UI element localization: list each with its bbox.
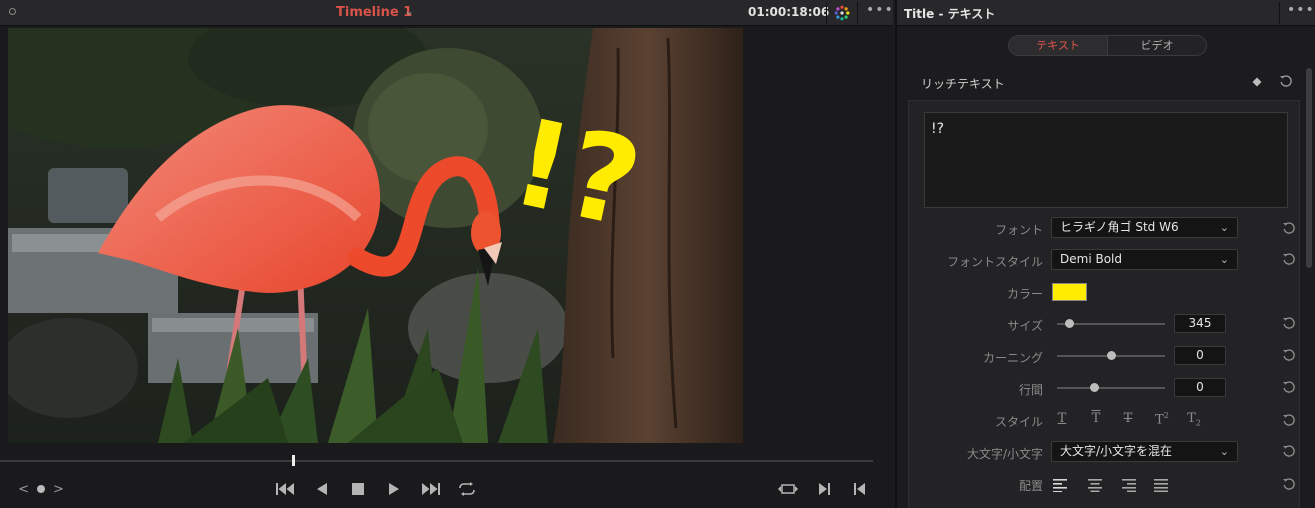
play-button[interactable] (384, 474, 404, 504)
kerning-input[interactable]: 0 (1174, 346, 1226, 365)
size-input[interactable]: 345 (1174, 314, 1226, 333)
font-style-dropdown[interactable]: Demi Bold ⌄ (1051, 249, 1238, 270)
font-reset-icon[interactable] (1282, 221, 1296, 235)
skip-back-button[interactable] (272, 474, 298, 504)
next-edit-button[interactable] (814, 474, 834, 504)
divider (1279, 2, 1280, 24)
chevron-down-icon: ⌄ (1219, 253, 1229, 266)
scrub-bar[interactable] (0, 460, 873, 462)
font-value: ヒラギノ角ゴ Std W6 (1060, 220, 1179, 234)
inspector-tabs: テキスト ビデオ (1008, 35, 1207, 56)
match-frame-icon (778, 484, 798, 494)
stop-button[interactable] (348, 474, 368, 504)
size-slider[interactable] (1057, 319, 1165, 328)
stop-icon (352, 483, 364, 495)
skip-forward-button[interactable] (418, 474, 444, 504)
subscript-icon[interactable]: T2 (1185, 411, 1203, 428)
leading-slider-knob[interactable] (1090, 383, 1099, 392)
underline-icon[interactable]: T (1053, 411, 1071, 427)
playhead[interactable] (292, 455, 295, 466)
viewer-panel: Timeline 1 ⌄ 01:00:18:06 ••• !? < > (0, 0, 893, 508)
divider (857, 2, 858, 24)
style-label: スタイル (994, 415, 1043, 429)
keyframe-diamond-icon[interactable] (1251, 76, 1263, 88)
scrollbar-thumb[interactable] (1306, 68, 1312, 268)
viewer-more-icon[interactable]: ••• (866, 2, 894, 18)
inspector-header: Title - テキスト ••• (897, 0, 1315, 26)
kerning-slider-knob[interactable] (1107, 351, 1116, 360)
color-label: カラー (1006, 287, 1043, 301)
style-reset-icon[interactable] (1282, 413, 1296, 427)
size-reset-icon[interactable] (1282, 316, 1296, 330)
chevron-down-icon: ⌄ (1219, 221, 1229, 234)
skip-forward-icon (422, 483, 440, 495)
play-reverse-button[interactable] (312, 474, 332, 504)
divider (826, 2, 827, 24)
font-style-value: Demi Bold (1060, 252, 1122, 266)
overline-icon[interactable]: T (1087, 411, 1105, 427)
nav-dot-icon[interactable] (37, 485, 45, 493)
viewer-header: Timeline 1 ⌄ 01:00:18:06 ••• (0, 0, 893, 26)
strikethrough-icon[interactable]: T (1119, 411, 1137, 427)
inspector-panel: Title - テキスト ••• テキスト ビデオ リッチテキスト !? フォン… (895, 0, 1315, 508)
align-label: 配置 (1018, 479, 1043, 493)
play-reverse-icon (317, 483, 327, 495)
case-label: 大文字/小文字 (966, 447, 1043, 461)
timeline-dropdown-chevron-icon[interactable]: ⌄ (404, 4, 414, 18)
case-reset-icon[interactable] (1282, 444, 1296, 458)
timeline-name[interactable]: Timeline 1 (336, 5, 412, 20)
size-label: サイズ (1007, 319, 1043, 333)
loop-icon (459, 482, 475, 496)
clip-navigator[interactable]: < > (16, 474, 66, 504)
font-label: フォント (994, 223, 1043, 237)
kerning-label: カーニング (982, 351, 1043, 365)
next-edit-icon (819, 483, 830, 495)
case-value: 大文字/小文字を混在 (1060, 444, 1173, 458)
tab-text[interactable]: テキスト (1009, 36, 1108, 55)
align-center-icon[interactable] (1087, 478, 1103, 492)
inspector-more-icon[interactable]: ••• (1287, 2, 1315, 18)
rich-text-label: リッチテキスト (921, 77, 1005, 91)
prev-edit-button[interactable] (850, 474, 870, 504)
superscript-icon[interactable]: T2 (1153, 411, 1171, 427)
prev-edit-icon (854, 483, 865, 495)
nav-next-icon[interactable]: > (53, 482, 64, 497)
kerning-reset-icon[interactable] (1282, 348, 1296, 362)
skip-back-icon (276, 483, 294, 495)
video-preview[interactable]: !? (8, 28, 743, 443)
align-right-icon[interactable] (1120, 478, 1136, 492)
color-swatch[interactable] (1052, 283, 1087, 301)
align-reset-icon[interactable] (1282, 477, 1296, 491)
case-dropdown[interactable]: 大文字/小文字を混在 ⌄ (1051, 441, 1238, 462)
leading-input[interactable]: 0 (1174, 378, 1226, 397)
tab-video[interactable]: ビデオ (1108, 36, 1206, 55)
color-wheel-icon[interactable] (834, 5, 850, 21)
leading-label: 行間 (1018, 383, 1043, 397)
reset-icon[interactable] (1279, 74, 1293, 88)
kerning-slider[interactable] (1057, 351, 1165, 360)
play-icon (389, 483, 399, 495)
align-justify-icon[interactable] (1153, 478, 1169, 492)
text-properties-panel: !? フォント ヒラギノ角ゴ Std W6 ⌄ フォントスタイル Demi Bo… (908, 100, 1300, 508)
align-left-icon[interactable] (1053, 478, 1069, 492)
leading-slider[interactable] (1057, 383, 1165, 392)
transport-controls: < > (0, 474, 893, 504)
match-frame-button[interactable] (776, 474, 800, 504)
rich-text-input[interactable]: !? (924, 112, 1288, 208)
leading-reset-icon[interactable] (1282, 380, 1296, 394)
size-slider-knob[interactable] (1065, 319, 1074, 328)
inspector-title: Title - テキスト (904, 7, 996, 21)
font-style-label: フォントスタイル (946, 255, 1043, 269)
loop-button[interactable] (456, 474, 478, 504)
viewer-options-dot-icon[interactable] (9, 8, 16, 15)
chevron-down-icon: ⌄ (1219, 445, 1229, 458)
nav-prev-icon[interactable]: < (18, 482, 29, 497)
font-style-reset-icon[interactable] (1282, 252, 1296, 266)
font-dropdown[interactable]: ヒラギノ角ゴ Std W6 ⌄ (1051, 217, 1238, 238)
timecode-display[interactable]: 01:00:18:06 (748, 5, 829, 19)
